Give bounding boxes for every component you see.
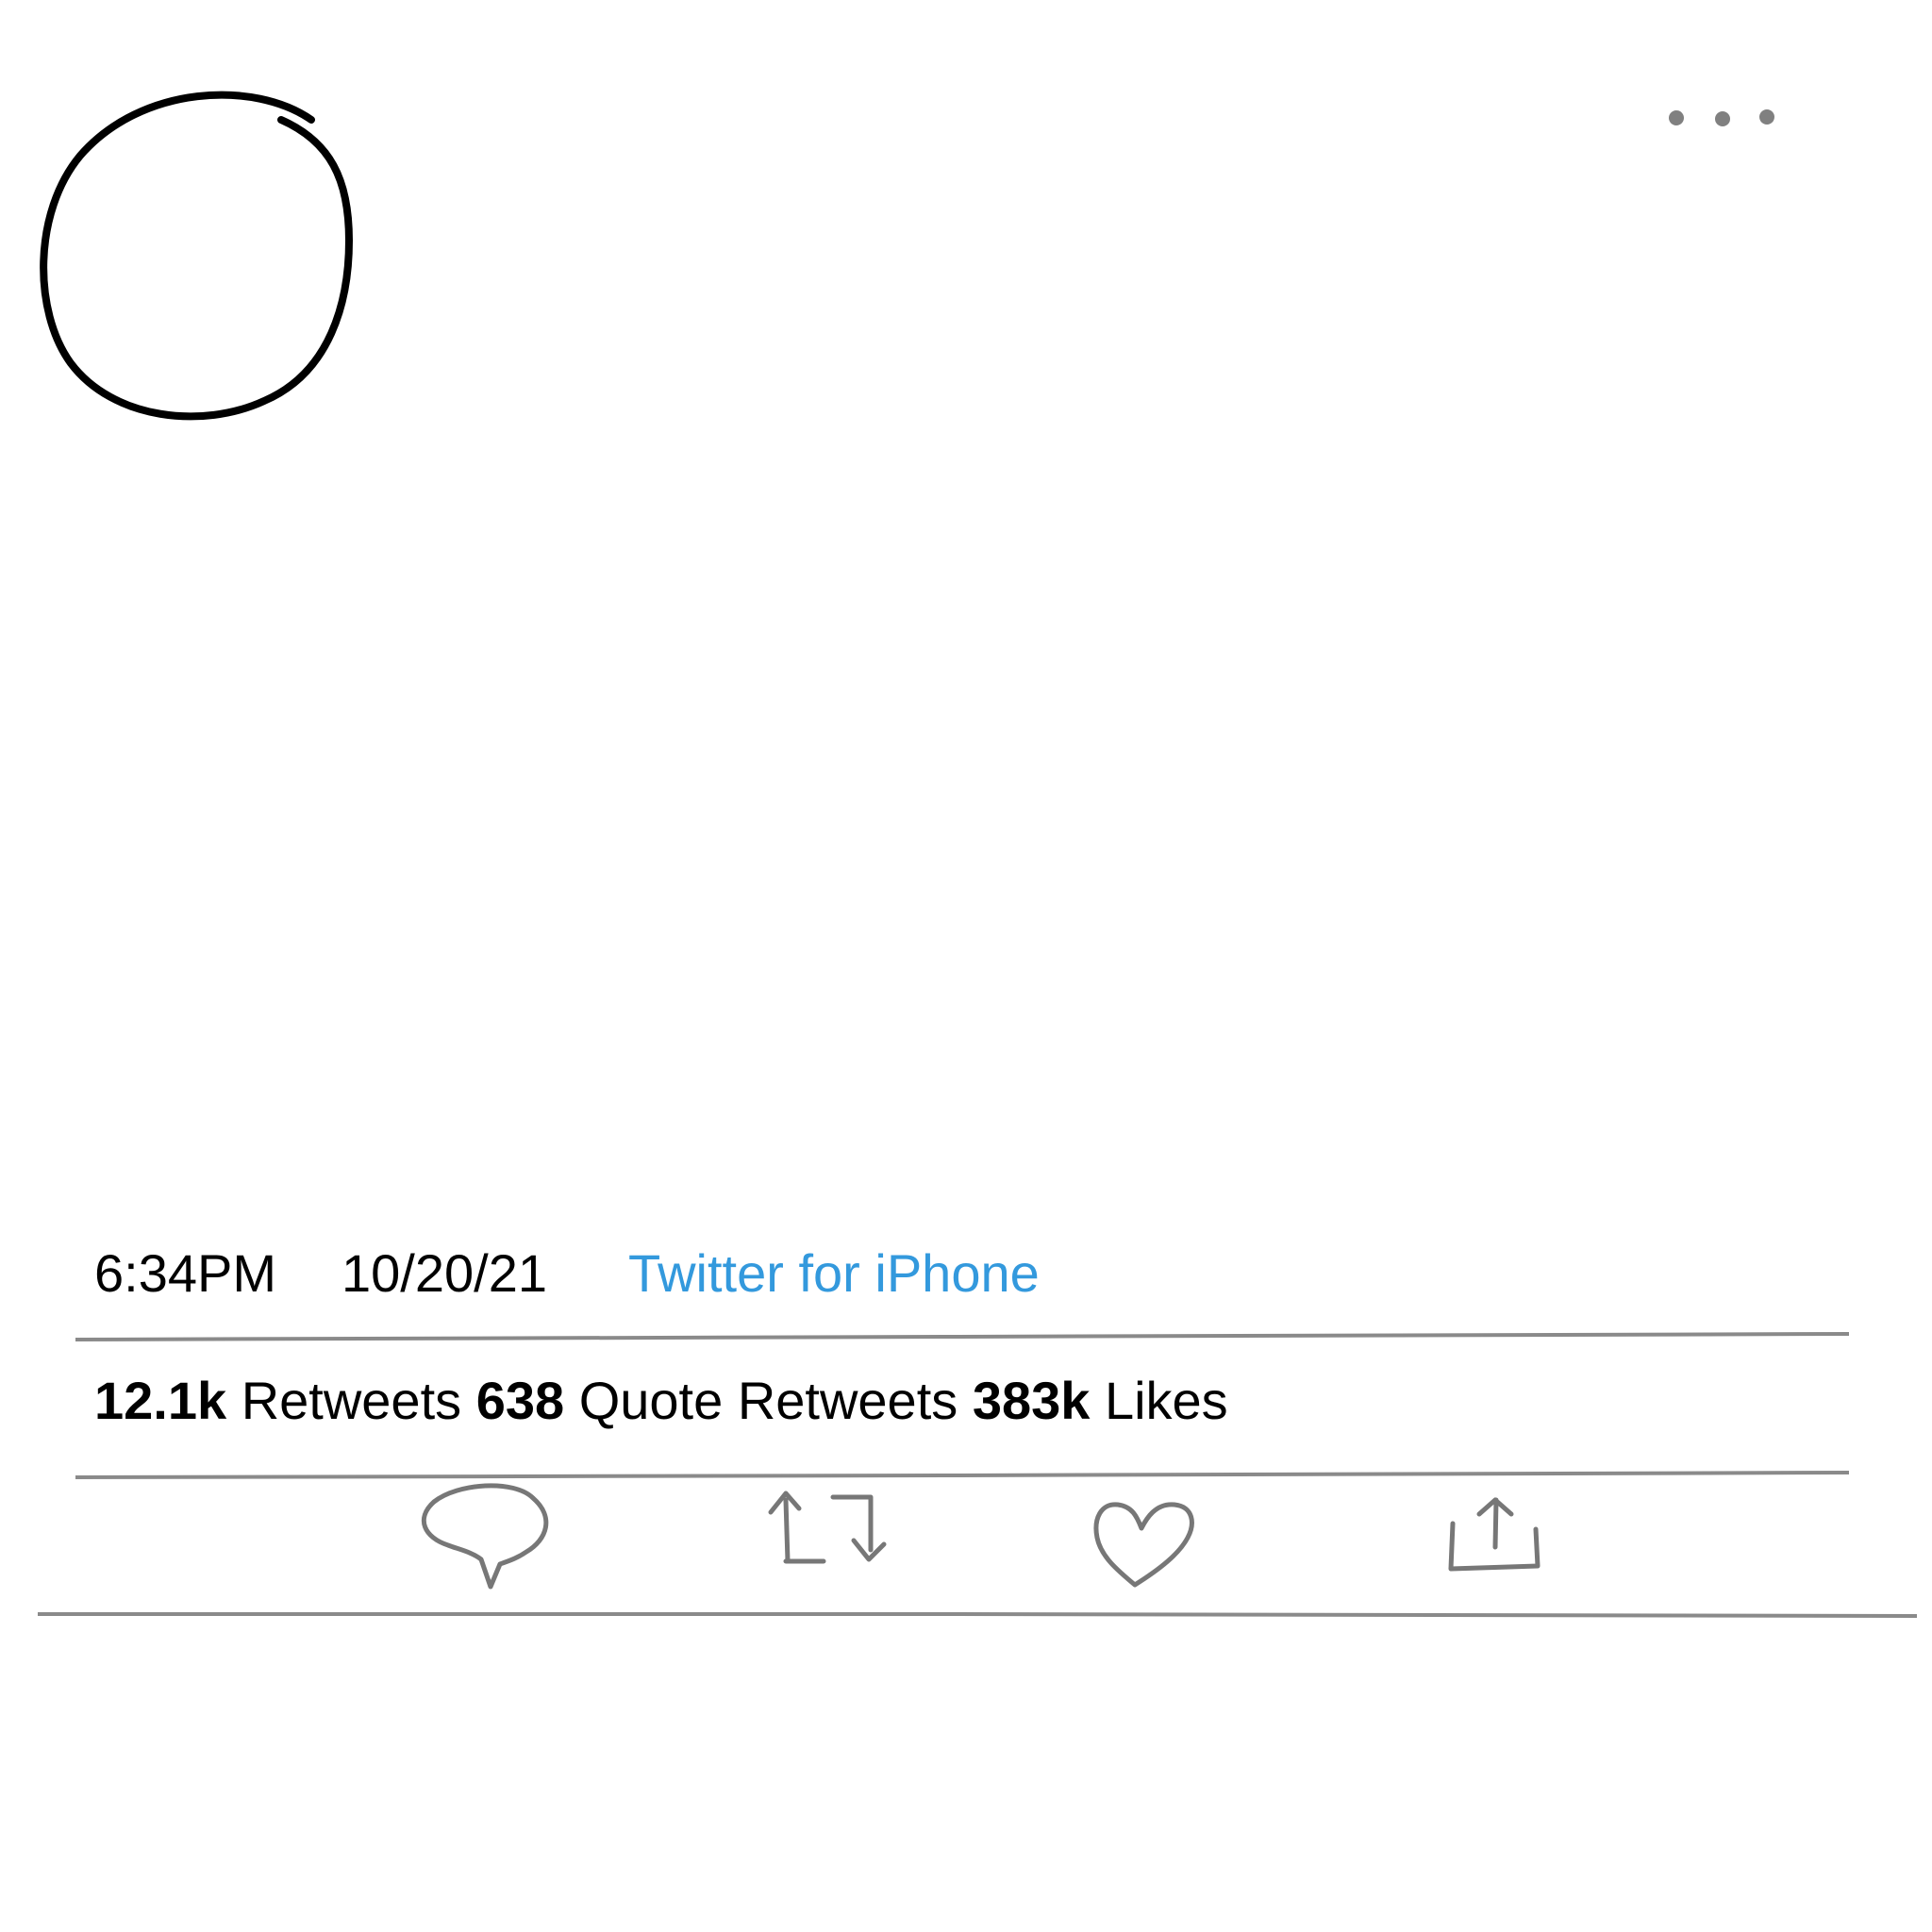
- reply-icon: [421, 1483, 549, 1590]
- reply-button[interactable]: [415, 1481, 557, 1604]
- tweet-time: 6:34PM: [94, 1243, 276, 1303]
- retweet-button[interactable]: [759, 1486, 891, 1580]
- divider-actions: [38, 1612, 1918, 1618]
- quote-retweets-stat[interactable]: 638 Quote Retweets: [476, 1371, 958, 1430]
- retweet-icon: [768, 1491, 887, 1564]
- tweet-stats-row: 12.1k Retweets 638 Quote Retweets 383k L…: [94, 1363, 1228, 1439]
- avatar[interactable]: [28, 90, 354, 429]
- likes-stat[interactable]: 383k Likes: [973, 1371, 1228, 1430]
- divider-meta: [75, 1332, 1850, 1341]
- retweets-count: 12.1k: [94, 1371, 227, 1430]
- share-button[interactable]: [1443, 1495, 1552, 1575]
- divider-stats: [75, 1471, 1850, 1479]
- retweets-label: Retweets: [241, 1371, 462, 1430]
- avatar-circle-icon: [40, 91, 354, 421]
- more-button[interactable]: [1660, 99, 1783, 137]
- like-button[interactable]: [1090, 1495, 1203, 1594]
- likes-label: Likes: [1104, 1371, 1228, 1430]
- retweets-stat[interactable]: 12.1k Retweets: [94, 1371, 461, 1430]
- likes-count: 383k: [972, 1371, 1091, 1430]
- heart-icon: [1093, 1502, 1194, 1588]
- tweet-source-link[interactable]: Twitter for iPhone: [628, 1236, 1040, 1311]
- quote-retweets-count: 638: [475, 1371, 565, 1430]
- share-icon: [1448, 1497, 1541, 1572]
- quote-retweets-label: Quote Retweets: [578, 1371, 958, 1430]
- more-horizontal-icon: [1669, 109, 1774, 126]
- tweet-date: 10/20/21: [341, 1243, 547, 1303]
